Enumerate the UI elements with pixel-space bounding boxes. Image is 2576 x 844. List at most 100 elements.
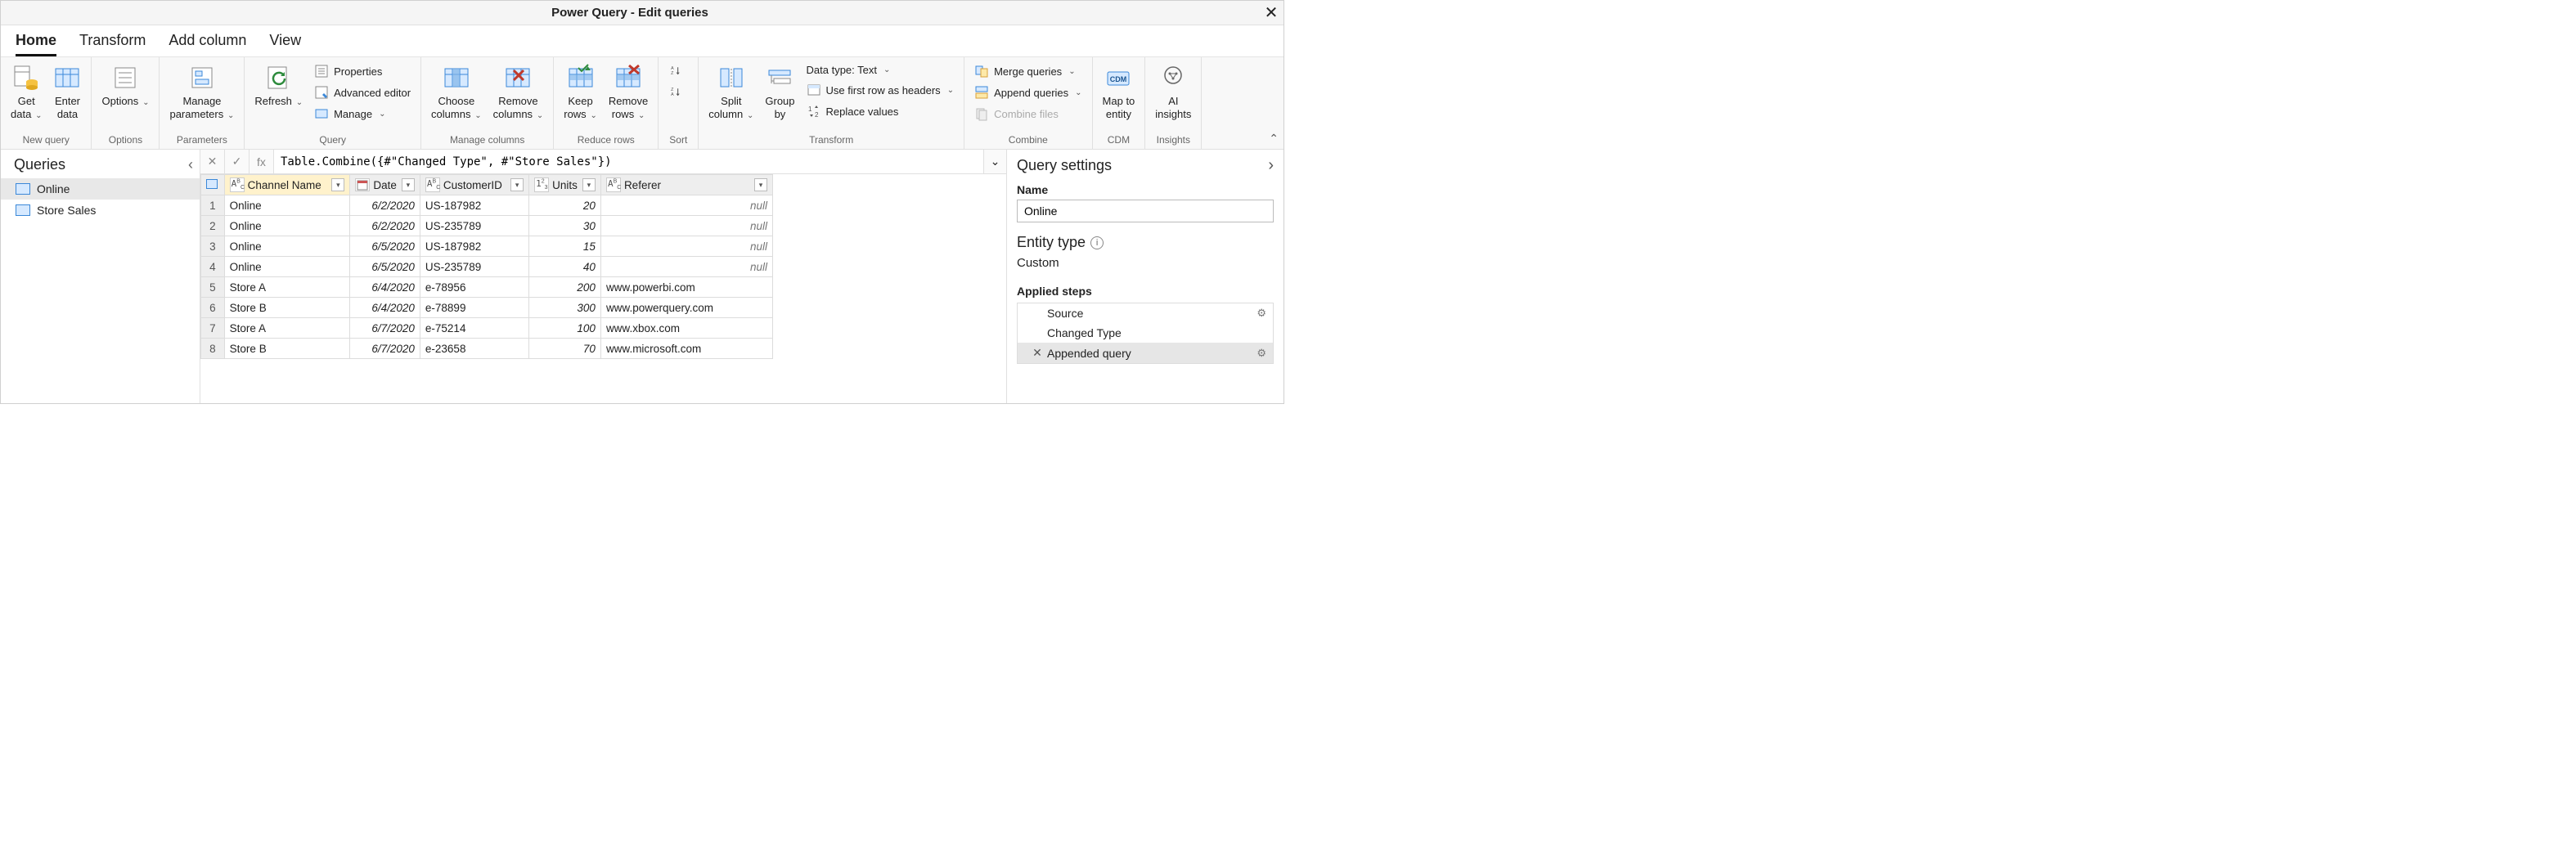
step-changed-type[interactable]: Changed Type [1018,323,1273,343]
chevron-right-icon[interactable]: › [1268,156,1274,175]
column-filter-icon[interactable]: ▾ [754,178,767,191]
properties-button[interactable]: Properties [312,62,412,80]
tab-view[interactable]: View [269,32,301,56]
firstrow-icon [807,83,821,97]
tab-home[interactable]: Home [16,32,56,56]
sort-asc-button[interactable]: AZ [667,62,690,80]
column-filter-icon[interactable]: ▾ [510,178,524,191]
formula-cancel-icon[interactable]: ✕ [200,150,225,173]
tab-add-column[interactable]: Add column [169,32,246,56]
type-icon [355,178,370,191]
formula-expand-icon[interactable]: ⌄ [983,150,1006,173]
ribbon: Get data ⌄Enter dataNew queryOptions ⌄Op… [1,56,1284,150]
label: Remove columns ⌄ [493,95,544,121]
keep-rows-button[interactable]: Keep rows ⌄ [562,62,599,123]
use-first-row-button[interactable]: Use first row as headers⌄ [805,81,956,99]
keeprows-icon [567,64,595,92]
sortasc-icon: AZ [668,64,683,79]
table-row[interactable]: 1Online6/2/2020US-18798220null [201,195,773,216]
table-icon [16,183,30,195]
column-filter-icon[interactable]: ▾ [402,178,415,191]
chevron-left-icon[interactable]: ‹ [188,156,193,173]
choose-columns-button[interactable]: Choose columns ⌄ [429,62,483,123]
column-header-referer[interactable]: ABCReferer▾ [600,175,772,195]
remove-columns-button[interactable]: Remove columns ⌄ [492,62,546,123]
split-column-button[interactable]: Split column ⌄ [707,62,755,123]
manage-query-button[interactable]: Manage⌄ [312,105,412,123]
combinef-icon [974,106,989,121]
svg-text:1: 1 [808,106,812,113]
query-item-online[interactable]: Online [1,178,200,200]
query-settings-title: Query settings [1017,157,1112,174]
group-icon [766,64,793,92]
get-data-button[interactable]: Get data ⌄ [9,62,43,123]
removerows-icon [614,64,642,92]
column-header-date[interactable]: Date▾ [350,175,420,195]
query-name-input[interactable] [1017,200,1274,222]
ribbon-group-new-query: Get data ⌄Enter dataNew query [1,57,92,149]
refresh-icon [265,64,293,92]
column-filter-icon[interactable]: ▾ [331,178,344,191]
ribbon-group-parameters: Manage parameters ⌄Parameters [160,57,245,149]
step-appended-query[interactable]: ✕Appended query⚙ [1018,343,1273,363]
replace-values-button[interactable]: 12Replace values [805,102,956,120]
tab-transform[interactable]: Transform [79,32,146,56]
table-row[interactable]: 2Online6/2/2020US-23578930null [201,216,773,236]
label: Remove rows ⌄ [609,95,648,121]
sortdesc-icon: ZA [668,85,683,100]
close-icon[interactable]: ✕ [1259,1,1284,25]
manage-parameters-button[interactable]: Manage parameters ⌄ [168,62,236,123]
formula-commit-icon[interactable]: ✓ [225,150,250,173]
column-header-channel-name[interactable]: ABCChannel Name▾ [224,175,350,195]
data-area: ✕ ✓ fx ⌄ ABCChannel Name▾Date▾ABCCustome… [200,150,1007,403]
remove-rows-button[interactable]: Remove rows ⌄ [607,62,650,123]
queries-pane: Queries ‹ OnlineStore Sales [1,150,200,403]
enter-data-button[interactable]: Enter data [52,62,83,122]
step-source[interactable]: Source⚙ [1018,303,1273,323]
column-filter-icon[interactable]: ▾ [582,178,596,191]
table-row[interactable]: 4Online6/5/2020US-23578940null [201,257,773,277]
label: Options ⌄ [101,95,149,108]
table-row[interactable]: 3Online6/5/2020US-18798215null [201,236,773,257]
formula-fx-icon[interactable]: fx [250,150,274,173]
adv-icon [314,85,329,100]
append-queries-button[interactable]: Append queries⌄ [973,83,1083,101]
column-header-customerid[interactable]: ABCCustomerID▾ [420,175,528,195]
map-to-entity-button[interactable]: CDMMap to entity [1101,62,1137,122]
column-header-units[interactable]: 123Units▾ [529,175,601,195]
window-title: Power Query - Edit queries [1,6,1259,20]
delete-step-icon[interactable]: ✕ [1032,346,1042,360]
ai-insights-button[interactable]: AI insights [1153,62,1193,122]
replace-icon: 12 [807,104,821,119]
ribbon-group-reduce-rows: Keep rows ⌄Remove rows ⌄Reduce rows [554,57,659,149]
table-row[interactable]: 5Store A6/4/2020e-78956200www.powerbi.co… [201,277,773,298]
svg-text:2: 2 [815,111,819,119]
options-button[interactable]: Options ⌄ [100,62,151,110]
advanced-editor-button[interactable]: Advanced editor [312,83,412,101]
queries-pane-title: Queries [14,156,65,173]
formula-input[interactable] [274,150,983,173]
gear-icon[interactable]: ⚙ [1257,307,1266,320]
data-type-button[interactable]: Data type: Text⌄ [805,62,956,78]
ribbon-collapse-icon[interactable]: ⌃ [1269,132,1279,146]
ribbon-group-query: Refresh ⌄ Properties Advanced editor Manage… [245,57,421,149]
table-row[interactable]: 8Store B6/7/2020e-2365870www.microsoft.c… [201,339,773,359]
ribbon-group-options: Options ⌄Options [92,57,160,149]
props-icon [314,64,329,79]
gear-icon[interactable]: ⚙ [1257,347,1266,360]
svg-text:Z: Z [671,71,674,76]
refresh-button[interactable]: Refresh ⌄ [253,62,304,110]
group-by-button[interactable]: Group by [763,62,796,122]
query-item-store-sales[interactable]: Store Sales [1,200,200,221]
sort-desc-button[interactable]: ZA [667,83,690,101]
table-corner-icon[interactable] [201,175,225,195]
svg-text:A: A [671,66,674,71]
list-icon [111,64,139,92]
table-row[interactable]: 6Store B6/4/2020e-78899300www.powerquery… [201,298,773,318]
table-row[interactable]: 7Store A6/7/2020e-75214100www.xbox.com [201,318,773,339]
titlebar: Power Query - Edit queries ✕ [1,1,1284,25]
merge-queries-button[interactable]: Merge queries⌄ [973,62,1083,80]
entity-type-value: Custom [1017,256,1274,270]
table-icon [16,204,30,216]
info-icon[interactable]: i [1090,236,1104,249]
